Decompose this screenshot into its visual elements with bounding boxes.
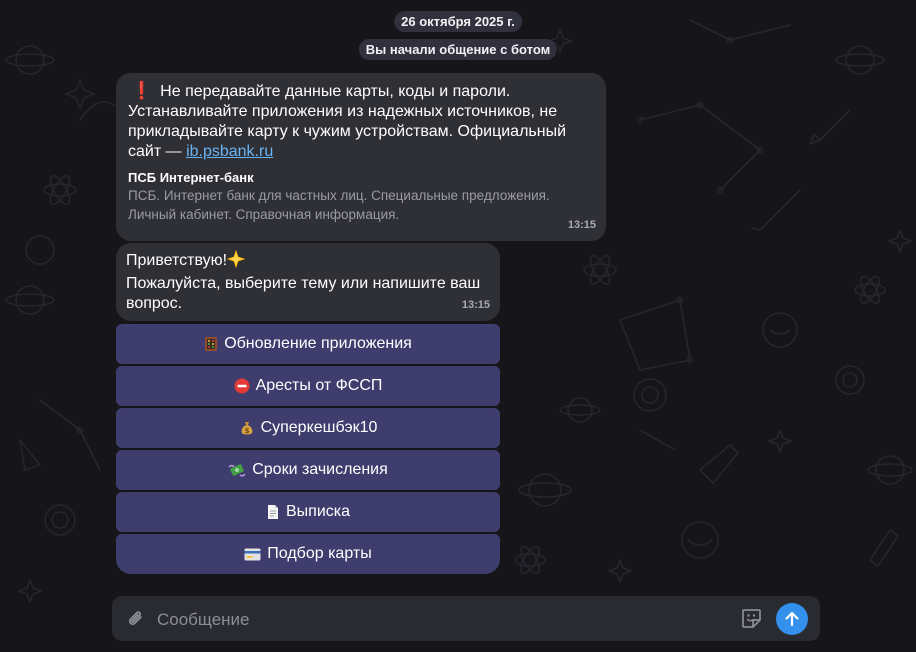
- message-time: 13:15: [567, 219, 596, 231]
- keyboard-button-label: Обновление приложения: [224, 335, 412, 352]
- abacus-icon: [204, 336, 218, 352]
- paperclip-icon[interactable]: [126, 608, 146, 635]
- official-site-link[interactable]: ib.psbank.ru: [186, 143, 273, 160]
- money-bag-icon: $: [239, 420, 255, 436]
- keyboard-button-fssp[interactable]: Аресты от ФССП: [116, 366, 500, 406]
- greeting-message-bubble: Приветствую! Пожалуйста, выберите тему и…: [116, 243, 500, 321]
- keyboard-button-card-selection[interactable]: Подбор карты: [116, 534, 500, 574]
- date-label: 26 октября 2025 г.: [394, 11, 522, 32]
- sparkle-star-icon: [226, 249, 246, 274]
- keyboard-button-supercashback[interactable]: $ Суперкешбэк10: [116, 408, 500, 448]
- sticker-icon[interactable]: [740, 607, 763, 635]
- greeting-line1: Приветствую!: [126, 252, 228, 269]
- credit-card-icon: [244, 548, 261, 561]
- keyboard-button-statement[interactable]: Выписка: [116, 492, 500, 532]
- link-preview-description: ПСБ. Интернет банк для частных лиц. Спец…: [128, 188, 550, 222]
- no-entry-icon: [234, 378, 250, 394]
- keyboard-button-label: Выписка: [285, 503, 351, 520]
- keyboard-button-label: Подбор карты: [267, 545, 372, 562]
- keyboard-button-label: Суперкешбэк10: [260, 419, 378, 436]
- document-icon: [266, 504, 280, 520]
- keyboard-button-app-update[interactable]: Обновление приложения: [116, 324, 500, 364]
- exclamation-icon: ❗: [131, 81, 153, 100]
- keyboard-button-label: Аресты от ФССП: [255, 377, 383, 394]
- message-input[interactable]: [155, 596, 739, 643]
- arrow-up-icon: [783, 610, 801, 628]
- message-time: 13:15: [461, 299, 490, 311]
- message-composer: [112, 596, 820, 643]
- warning-message-text: ❗ Не передавайте данные карты, коды и пар…: [128, 81, 590, 162]
- service-message: Вы начали общение с ботом: [358, 39, 558, 60]
- flying-money-icon: [228, 462, 246, 478]
- svg-text:$: $: [244, 427, 249, 435]
- link-preview-title: ПСБ Интернет-банк: [128, 170, 254, 185]
- keyboard-button-crediting-terms[interactable]: Сроки зачисления: [116, 450, 500, 490]
- send-button[interactable]: [776, 603, 808, 635]
- warning-message-bubble: ❗ Не передавайте данные карты, коды и пар…: [116, 73, 606, 241]
- greeting-line2: Пожалуйста, выберите тему или напишите в…: [126, 275, 481, 312]
- greeting-message-text: Приветствую! Пожалуйста, выберите тему и…: [126, 249, 491, 314]
- keyboard-button-label: Сроки зачисления: [252, 461, 388, 478]
